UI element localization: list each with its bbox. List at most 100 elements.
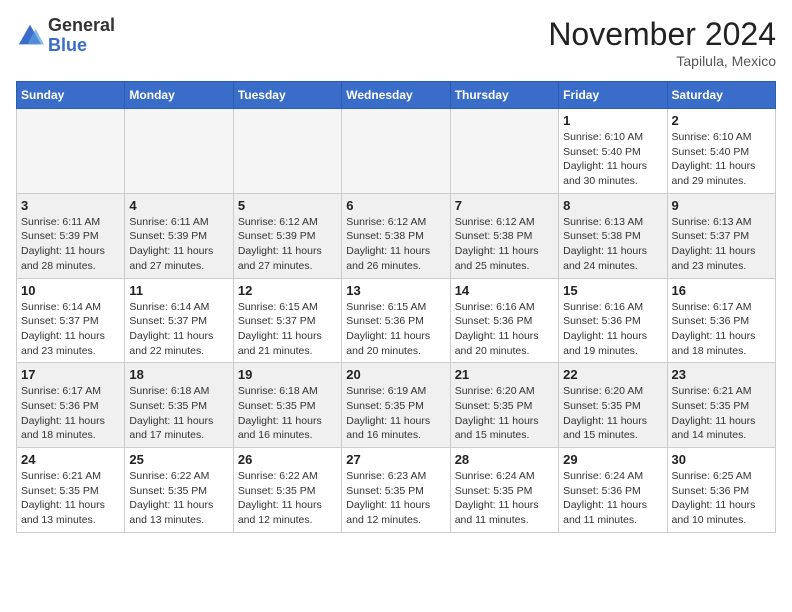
weekday-header-tuesday: Tuesday [233, 82, 341, 109]
day-info: Sunrise: 6:18 AM Sunset: 5:35 PM Dayligh… [238, 384, 337, 443]
day-info: Sunrise: 6:21 AM Sunset: 5:35 PM Dayligh… [21, 469, 120, 528]
day-info: Sunrise: 6:19 AM Sunset: 5:35 PM Dayligh… [346, 384, 445, 443]
calendar-cell: 21 Sunrise: 6:20 AM Sunset: 5:35 PM Dayli… [450, 363, 558, 448]
month-title: November 2024 [548, 16, 776, 53]
day-info: Sunrise: 6:15 AM Sunset: 5:36 PM Dayligh… [346, 300, 445, 359]
calendar-cell: 17 Sunrise: 6:17 AM Sunset: 5:36 PM Dayli… [17, 363, 125, 448]
day-info: Sunrise: 6:10 AM Sunset: 5:40 PM Dayligh… [563, 130, 662, 189]
calendar-cell [17, 109, 125, 194]
weekday-header-saturday: Saturday [667, 82, 775, 109]
day-number: 11 [129, 283, 228, 298]
calendar-cell: 26 Sunrise: 6:22 AM Sunset: 5:35 PM Dayli… [233, 448, 341, 533]
calendar-cell: 1 Sunrise: 6:10 AM Sunset: 5:40 PM Daylig… [559, 109, 667, 194]
day-info: Sunrise: 6:14 AM Sunset: 5:37 PM Dayligh… [21, 300, 120, 359]
day-number: 15 [563, 283, 662, 298]
day-info: Sunrise: 6:13 AM Sunset: 5:37 PM Dayligh… [672, 215, 771, 274]
day-number: 19 [238, 367, 337, 382]
day-info: Sunrise: 6:14 AM Sunset: 5:37 PM Dayligh… [129, 300, 228, 359]
logo-general: General [48, 16, 115, 36]
week-row-3: 10 Sunrise: 6:14 AM Sunset: 5:37 PM Dayli… [17, 278, 776, 363]
day-number: 28 [455, 452, 554, 467]
weekday-header-sunday: Sunday [17, 82, 125, 109]
calendar-cell: 24 Sunrise: 6:21 AM Sunset: 5:35 PM Dayli… [17, 448, 125, 533]
calendar-cell: 14Sunrise: 6:16 AM Sunset: 5:36 PM Dayli… [450, 278, 558, 363]
weekday-header-wednesday: Wednesday [342, 82, 450, 109]
calendar-cell: 18 Sunrise: 6:18 AM Sunset: 5:35 PM Dayli… [125, 363, 233, 448]
week-row-2: 3 Sunrise: 6:11 AM Sunset: 5:39 PM Daylig… [17, 193, 776, 278]
logo-blue: Blue [48, 36, 115, 56]
day-number: 8 [563, 198, 662, 213]
day-info: Sunrise: 6:23 AM Sunset: 5:35 PM Dayligh… [346, 469, 445, 528]
day-number: 3 [21, 198, 120, 213]
day-info: Sunrise: 6:18 AM Sunset: 5:35 PM Dayligh… [129, 384, 228, 443]
day-info: Sunrise: 6:13 AM Sunset: 5:38 PM Dayligh… [563, 215, 662, 274]
day-info: Sunrise: 6:24 AM Sunset: 5:36 PM Dayligh… [563, 469, 662, 528]
calendar: SundayMondayTuesdayWednesdayThursdayFrid… [16, 81, 776, 533]
day-info: Sunrise: 6:20 AM Sunset: 5:35 PM Dayligh… [563, 384, 662, 443]
day-info: Sunrise: 6:12 AM Sunset: 5:38 PM Dayligh… [346, 215, 445, 274]
calendar-cell: 10 Sunrise: 6:14 AM Sunset: 5:37 PM Dayli… [17, 278, 125, 363]
calendar-cell: 23Sunrise: 6:21 AM Sunset: 5:35 PM Dayli… [667, 363, 775, 448]
calendar-cell: 8 Sunrise: 6:13 AM Sunset: 5:38 PM Daylig… [559, 193, 667, 278]
week-row-5: 24 Sunrise: 6:21 AM Sunset: 5:35 PM Dayli… [17, 448, 776, 533]
weekday-header-monday: Monday [125, 82, 233, 109]
day-number: 1 [563, 113, 662, 128]
calendar-cell: 30 Sunrise: 6:25 AM Sunset: 5:36 PM Dayli… [667, 448, 775, 533]
day-info: Sunrise: 6:11 AM Sunset: 5:39 PM Dayligh… [129, 215, 228, 274]
title-block: November 2024 Tapilula, Mexico [548, 16, 776, 69]
logo: General Blue [16, 16, 115, 56]
day-number: 25 [129, 452, 228, 467]
day-number: 24 [21, 452, 120, 467]
day-info: Sunrise: 6:12 AM Sunset: 5:39 PM Dayligh… [238, 215, 337, 274]
weekday-header-thursday: Thursday [450, 82, 558, 109]
day-number: 18 [129, 367, 228, 382]
day-number: 26 [238, 452, 337, 467]
day-number: 16 [672, 283, 771, 298]
day-info: Sunrise: 6:22 AM Sunset: 5:35 PM Dayligh… [238, 469, 337, 528]
day-number: 7 [455, 198, 554, 213]
day-info: Sunrise: 6:22 AM Sunset: 5:35 PM Dayligh… [129, 469, 228, 528]
day-info: Sunrise: 6:10 AM Sunset: 5:40 PM Dayligh… [672, 130, 771, 189]
calendar-cell: 3 Sunrise: 6:11 AM Sunset: 5:39 PM Daylig… [17, 193, 125, 278]
day-info: Sunrise: 6:21 AM Sunset: 5:35 PM Dayligh… [672, 384, 771, 443]
calendar-cell: 4 Sunrise: 6:11 AM Sunset: 5:39 PM Daylig… [125, 193, 233, 278]
calendar-cell: 19 Sunrise: 6:18 AM Sunset: 5:35 PM Dayli… [233, 363, 341, 448]
day-info: Sunrise: 6:11 AM Sunset: 5:39 PM Dayligh… [21, 215, 120, 274]
day-info: Sunrise: 6:20 AM Sunset: 5:35 PM Dayligh… [455, 384, 554, 443]
day-number: 17 [21, 367, 120, 382]
day-number: 5 [238, 198, 337, 213]
logo-icon [16, 22, 44, 50]
day-info: Sunrise: 6:17 AM Sunset: 5:36 PM Dayligh… [21, 384, 120, 443]
day-number: 4 [129, 198, 228, 213]
day-info: Sunrise: 6:25 AM Sunset: 5:36 PM Dayligh… [672, 469, 771, 528]
calendar-cell: 20 Sunrise: 6:19 AM Sunset: 5:35 PM Dayli… [342, 363, 450, 448]
location: Tapilula, Mexico [548, 53, 776, 69]
week-row-4: 17 Sunrise: 6:17 AM Sunset: 5:36 PM Dayli… [17, 363, 776, 448]
calendar-cell: 5 Sunrise: 6:12 AM Sunset: 5:39 PM Daylig… [233, 193, 341, 278]
calendar-cell: 11 Sunrise: 6:14 AM Sunset: 5:37 PM Dayli… [125, 278, 233, 363]
calendar-cell: 6Sunrise: 6:12 AM Sunset: 5:38 PM Daylig… [342, 193, 450, 278]
day-number: 9 [672, 198, 771, 213]
day-info: Sunrise: 6:24 AM Sunset: 5:35 PM Dayligh… [455, 469, 554, 528]
day-number: 13 [346, 283, 445, 298]
day-number: 2 [672, 113, 771, 128]
calendar-cell: 2 Sunrise: 6:10 AM Sunset: 5:40 PM Daylig… [667, 109, 775, 194]
week-row-1: 1 Sunrise: 6:10 AM Sunset: 5:40 PM Daylig… [17, 109, 776, 194]
calendar-cell: 9 Sunrise: 6:13 AM Sunset: 5:37 PM Daylig… [667, 193, 775, 278]
calendar-cell: 22Sunrise: 6:20 AM Sunset: 5:35 PM Dayli… [559, 363, 667, 448]
day-info: Sunrise: 6:15 AM Sunset: 5:37 PM Dayligh… [238, 300, 337, 359]
weekday-header-row: SundayMondayTuesdayWednesdayThursdayFrid… [17, 82, 776, 109]
day-number: 10 [21, 283, 120, 298]
day-number: 30 [672, 452, 771, 467]
calendar-cell [342, 109, 450, 194]
calendar-cell: 12Sunrise: 6:15 AM Sunset: 5:37 PM Dayli… [233, 278, 341, 363]
calendar-cell [450, 109, 558, 194]
calendar-cell: 28 Sunrise: 6:24 AM Sunset: 5:35 PM Dayli… [450, 448, 558, 533]
day-number: 14 [455, 283, 554, 298]
day-number: 29 [563, 452, 662, 467]
day-number: 21 [455, 367, 554, 382]
day-info: Sunrise: 6:17 AM Sunset: 5:36 PM Dayligh… [672, 300, 771, 359]
calendar-cell: 16 Sunrise: 6:17 AM Sunset: 5:36 PM Dayli… [667, 278, 775, 363]
day-number: 20 [346, 367, 445, 382]
calendar-cell: 15Sunrise: 6:16 AM Sunset: 5:36 PM Dayli… [559, 278, 667, 363]
